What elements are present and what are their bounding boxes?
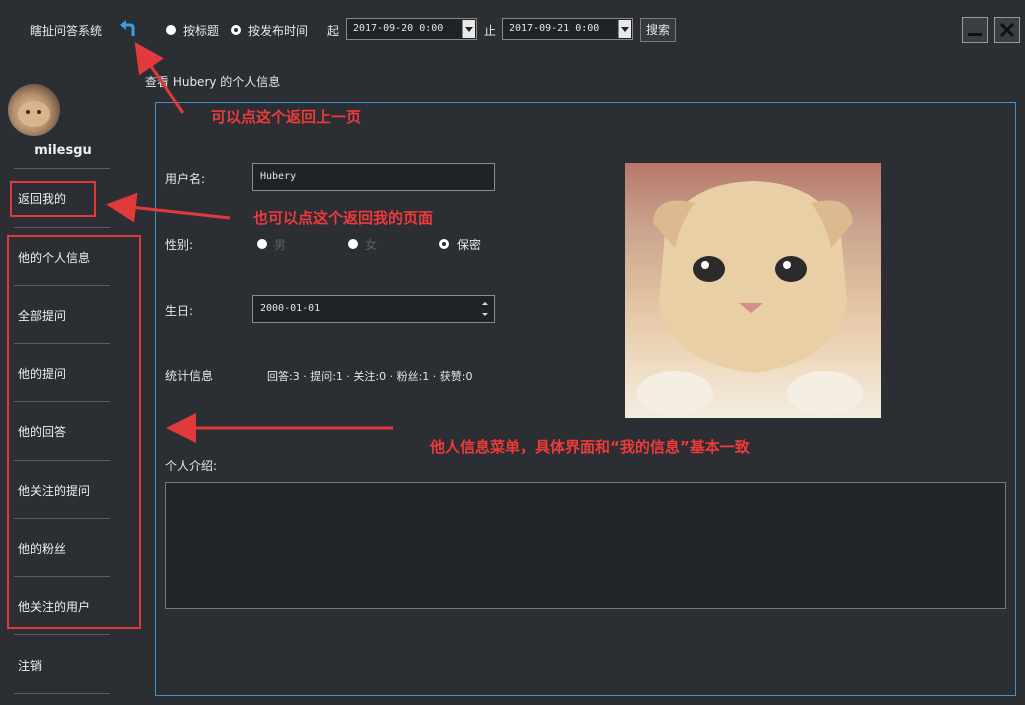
annotation-menu: 他人信息菜单，具体界面和“我的信息”基本一致 (430, 438, 750, 456)
annotation-arrows (106, 42, 393, 443)
annotation-back: 可以点这个返回上一页 (211, 108, 362, 126)
arrow-to-back-mine (106, 192, 231, 223)
annotation-back-mine: 也可以点这个返回我的页面 (253, 209, 434, 227)
arrow-to-back (134, 42, 185, 114)
